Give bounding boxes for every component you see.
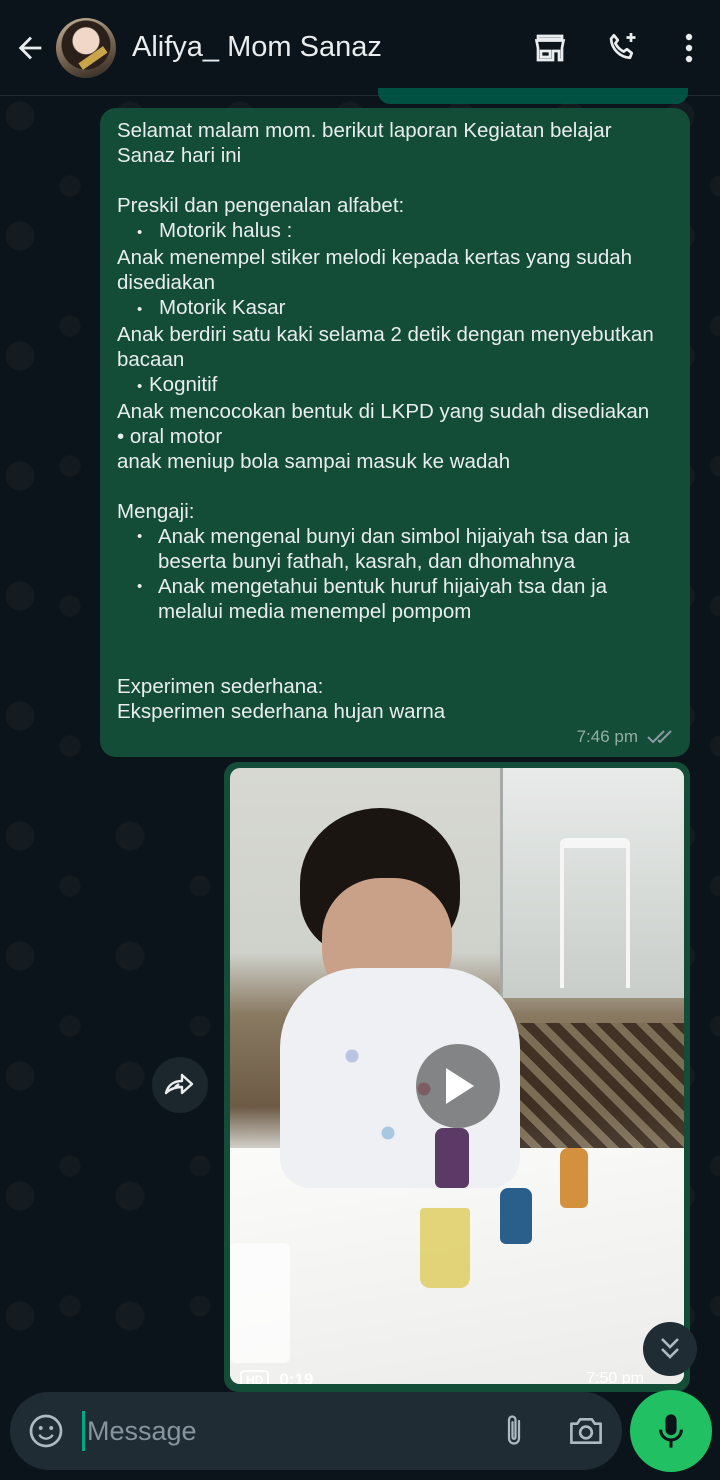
paperclip-icon [507,1415,521,1445]
preskil-title: Preskil dan pengenalan alfabet: [117,194,405,217]
list-item: Anak mengenal bunyi dan simbol hijaiyah … [137,524,674,574]
double-chevron-down-icon [661,1338,679,1359]
back-button[interactable] [4,0,56,96]
motorik-halus-label: Motorik halus : [117,218,674,245]
video-duration: 0:19 [279,1370,314,1384]
mengaji-list: Anak mengenal bunyi dan simbol hijaiyah … [137,524,674,624]
video-message-bubble[interactable]: HD 0:19 7:50 pm [224,762,690,1392]
video-thumbnail[interactable]: HD 0:19 7:50 pm [230,768,684,1384]
kognitif-text: Anak mencocokan bentuk di LKPD yang suda… [117,400,650,423]
contact-name[interactable]: Alifya_ Mom Sanaz [132,31,514,64]
message-time: 7:46 pm [576,727,638,746]
message-intro: Selamat malam mom. berikut laporan Kegia… [117,119,612,167]
voice-message-button[interactable] [630,1390,712,1472]
double-check-icon [647,729,672,743]
composer [10,1392,622,1470]
shop-button[interactable] [514,0,586,96]
eksperimen-title: Experimen sederhana: [117,675,324,698]
forward-button[interactable] [152,1057,208,1113]
add-call-icon [609,32,636,59]
camera-button[interactable] [550,1392,622,1470]
mengaji-title: Mengaji: [117,500,195,523]
oral-motor-label: • oral motor [117,425,223,448]
video-info: HD 0:19 [240,1370,313,1384]
eksperimen-text: Eksperimen sederhana hujan warna [117,700,446,723]
motorik-kasar-text: Anak berdiri satu kaki selama 2 detik de… [117,323,654,371]
video-time: 7:50 pm [586,1370,644,1384]
outgoing-message-bubble[interactable]: Selamat malam mom. berikut laporan Kegia… [100,108,690,757]
attach-button[interactable] [478,1392,550,1470]
camera-icon [570,1417,602,1445]
message-input[interactable] [82,1411,478,1451]
message-meta: 7:46 pm [577,724,676,749]
more-options-button[interactable] [658,0,720,96]
kognitif-label: Kognitif [117,372,674,399]
previous-message-bubble [378,88,688,104]
oral-motor-text: anak meniup bola sampai masuk ke wadah [117,450,511,473]
emoji-icon [29,1414,63,1448]
back-arrow-icon [18,36,42,59]
list-item: Anak mengetahui bentuk huruf hijaiyah ts… [137,574,674,624]
avatar[interactable] [56,17,116,78]
motorik-kasar-label: Motorik Kasar [117,295,674,322]
add-call-button[interactable] [586,0,658,96]
play-icon [446,1068,474,1104]
forward-icon [164,1073,194,1095]
hd-badge: HD [240,1370,270,1384]
chat-header: Alifya_ Mom Sanaz [0,0,720,96]
play-button[interactable] [416,1044,500,1128]
scroll-to-bottom-button[interactable] [643,1322,697,1376]
motorik-halus-text: Anak menempel stiker melodi kepada kerta… [117,246,633,294]
microphone-icon [659,1414,683,1448]
shop-icon [534,34,566,61]
emoji-button[interactable] [10,1392,82,1470]
more-vert-icon [685,33,693,62]
